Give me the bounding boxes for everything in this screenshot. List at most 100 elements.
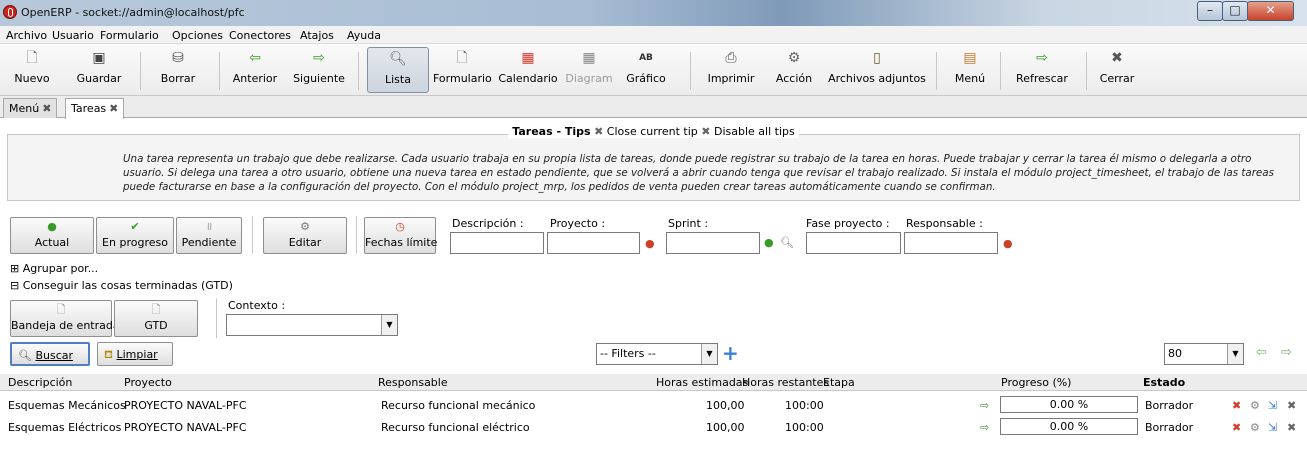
filter-editar-button[interactable]: ⚙ Editar xyxy=(263,217,347,254)
proyecto-input[interactable] xyxy=(547,232,640,254)
clear-button[interactable]: ⛾ Limpiar xyxy=(97,342,173,366)
cancel-task-icon[interactable]: ✖ xyxy=(1232,421,1241,434)
gear-icon[interactable]: ⚙ xyxy=(1250,399,1260,412)
column-header-horas-restantes[interactable]: Horas restantes xyxy=(742,376,829,389)
menu-atajos[interactable]: Atajos xyxy=(300,29,334,42)
filter-pendiente-button[interactable]: ॥ Pendiente xyxy=(176,217,242,254)
expand-icon: ⊞ xyxy=(10,262,20,275)
next-stage-icon[interactable]: ⇨ xyxy=(980,421,989,434)
chevron-down-icon: ▼ xyxy=(381,315,397,335)
menu-button[interactable]: ▤ Menú xyxy=(950,47,990,93)
next-stage-icon[interactable]: ⇨ xyxy=(980,399,989,412)
add-filter-icon[interactable]: + xyxy=(722,342,739,364)
graph-view-button[interactable]: AB Gráfico xyxy=(620,47,672,93)
gear-icon[interactable]: ⚙ xyxy=(1250,421,1260,434)
group-by-expander[interactable]: ⊞ Agrupar por... xyxy=(10,262,98,275)
gtd-label: GTD xyxy=(144,319,168,332)
form-view-button[interactable]: 🗋 Formulario xyxy=(433,47,492,93)
select-sprint-icon[interactable]: ● xyxy=(764,236,774,249)
user-search-icon[interactable]: ● xyxy=(1003,237,1013,250)
search-button[interactable]: 🔍︎ Buscar xyxy=(10,342,90,366)
column-header-responsable[interactable]: Responsable xyxy=(378,376,448,389)
menu-archivo[interactable]: Archivo xyxy=(6,29,47,42)
close-task-icon[interactable]: ✖ xyxy=(1287,399,1296,412)
tab-tareas[interactable]: Tareas ✖ xyxy=(65,98,125,119)
cell-horas-estimadas: 100,00 xyxy=(706,399,745,412)
column-header-proyecto[interactable]: Proyecto xyxy=(124,376,172,389)
close-current-tip-link[interactable]: ✖ Close current tip xyxy=(594,125,698,138)
descripcion-input[interactable] xyxy=(450,232,544,254)
maximize-button[interactable]: □ xyxy=(1222,1,1248,21)
diagram-view-button[interactable]: ▦ Diagram xyxy=(564,47,614,93)
table-header: Descripción Proyecto Responsable Horas e… xyxy=(0,374,1307,391)
refresh-button[interactable]: ⇨ Refrescar xyxy=(1010,47,1074,93)
close-icon: ✖ xyxy=(594,125,604,138)
responsable-input[interactable] xyxy=(904,232,998,254)
cancel-task-icon[interactable]: ✖ xyxy=(1232,399,1241,412)
close-icon: ✖ xyxy=(701,125,711,138)
cell-proyecto: PROYECTO NAVAL-PFC xyxy=(124,421,247,434)
menu-icon: ▤ xyxy=(963,50,977,66)
action-button[interactable]: ⚙ Acción xyxy=(771,47,817,93)
trash-icon: ⛁ xyxy=(172,50,184,66)
next-button[interactable]: ⇨ Siguiente xyxy=(290,47,348,93)
new-button[interactable]: 🗋 Nuevo xyxy=(12,47,52,93)
filter-fechas-limite-button[interactable]: ◷ Fechas límite xyxy=(364,217,438,254)
close-task-icon[interactable]: ✖ xyxy=(1287,421,1296,434)
page-previous-icon[interactable]: ⇦ xyxy=(1256,345,1267,360)
contexto-select[interactable]: ▼ xyxy=(226,314,398,336)
column-header-estado[interactable]: Estado xyxy=(1143,376,1185,389)
filters-select[interactable]: -- Filters -- ▼ xyxy=(596,343,718,365)
table-row[interactable]: Esquemas Eléctricos PROYECTO NAVAL-PFC R… xyxy=(0,416,1307,438)
delete-button[interactable]: ⛁ Borrar xyxy=(156,47,200,93)
column-header-etapa[interactable]: Etapa xyxy=(823,376,855,389)
document-icon: 🗋 xyxy=(56,303,66,316)
menu-opciones[interactable]: Opciones xyxy=(172,29,223,42)
chevron-down-icon: ▼ xyxy=(1227,344,1243,364)
proyecto-label: Proyecto : xyxy=(550,217,606,230)
menu-usuario[interactable]: Usuario xyxy=(52,29,94,42)
close-tab-icon[interactable]: ✖ xyxy=(109,102,118,115)
attachments-button[interactable]: ▯ Archivos adjuntos xyxy=(824,47,930,93)
print-button[interactable]: ⎙ Imprimir xyxy=(705,47,757,93)
gtd-button[interactable]: 🗋 GTD xyxy=(114,300,198,337)
fase-proyecto-input[interactable] xyxy=(806,232,901,254)
close-button[interactable]: ✖ Cerrar xyxy=(1096,47,1138,93)
previous-button[interactable]: ⇦ Anterior xyxy=(230,47,280,93)
save-button[interactable]: ▣ Guardar xyxy=(74,47,124,93)
filter-en-progreso-button[interactable]: ✔ En progreso xyxy=(96,217,174,254)
bandeja-entrada-button[interactable]: 🗋 Bandeja de entrada xyxy=(10,300,120,337)
minimize-button[interactable]: – xyxy=(1197,1,1223,21)
menu-ayuda[interactable]: Ayuda xyxy=(347,29,381,42)
filter-fechas-limite-label: Fechas límite xyxy=(365,236,438,249)
close-window-button[interactable]: ✕ xyxy=(1247,1,1294,21)
search-sprint-icon[interactable]: 🔍︎ xyxy=(780,236,794,249)
user-search-icon[interactable]: ● xyxy=(645,237,655,250)
sprint-input[interactable] xyxy=(666,232,760,254)
page-next-icon[interactable]: ⇨ xyxy=(1281,345,1292,360)
filter-actual-button[interactable]: ● Actual xyxy=(10,217,94,254)
tab-menu[interactable]: Menú ✖ xyxy=(3,98,58,118)
gtd-expander[interactable]: ⊟ Conseguir las cosas terminadas (GTD) xyxy=(10,279,233,292)
attachment-icon: ▯ xyxy=(873,50,881,66)
table-row[interactable]: Esquemas Mecánicos PROYECTO NAVAL-PFC Re… xyxy=(0,394,1307,416)
menu-formulario[interactable]: Formulario xyxy=(100,29,159,42)
cell-horas-restantes: 100:00 xyxy=(785,421,824,434)
limit-select[interactable]: 80 ▼ xyxy=(1164,343,1244,365)
calendar-view-button[interactable]: ▦ Calendario xyxy=(496,47,560,93)
delegate-icon[interactable]: ⇲ xyxy=(1268,399,1277,412)
descripcion-label: Descripción : xyxy=(452,217,524,230)
menu-conectores[interactable]: Conectores xyxy=(229,29,291,42)
column-header-descripcion[interactable]: Descripción xyxy=(8,376,72,389)
column-header-horas-estimadas[interactable]: Horas estimadas xyxy=(656,376,748,389)
arrow-left-icon: ⇦ xyxy=(249,50,261,66)
toolbar-separator xyxy=(140,52,141,90)
pause-icon: ॥ xyxy=(205,220,213,233)
close-tab-icon[interactable]: ✖ xyxy=(42,102,51,115)
column-header-progreso[interactable]: Progreso (%) xyxy=(1001,376,1071,389)
delegate-icon[interactable]: ⇲ xyxy=(1268,421,1277,434)
clock-icon: ◷ xyxy=(395,220,405,233)
list-view-button[interactable]: 🔍︎ Lista xyxy=(367,47,429,93)
tips-text: Una tarea representa un trabajo que debe… xyxy=(123,153,1274,193)
disable-all-tips-link[interactable]: ✖ Disable all tips xyxy=(701,125,794,138)
